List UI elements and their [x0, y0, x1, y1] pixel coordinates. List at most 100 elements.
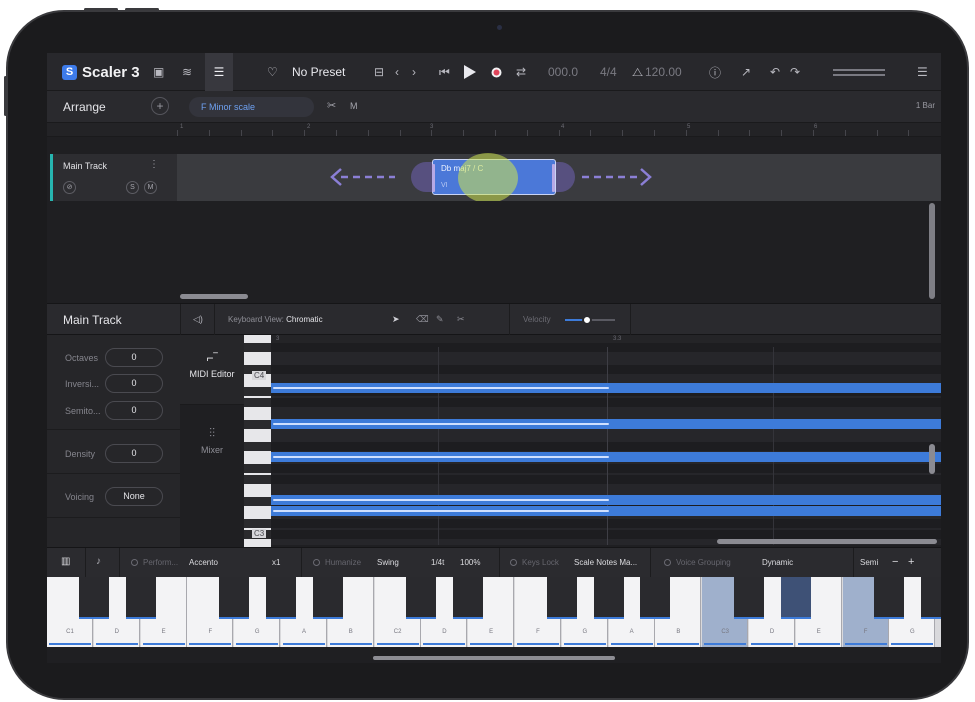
swing-amount[interactable]: 100%	[460, 558, 480, 567]
app-logo[interactable]: S Scaler 3	[62, 53, 140, 91]
midi-note[interactable]	[271, 495, 941, 505]
roll-black-key[interactable]	[244, 442, 271, 451]
roll-black-key[interactable]	[244, 387, 271, 396]
next-preset-icon[interactable]: ›	[412, 53, 416, 91]
perform-value[interactable]: Accento	[189, 558, 218, 567]
midi-note[interactable]	[271, 452, 941, 462]
octaves-control[interactable]: Octaves 0	[47, 348, 180, 368]
folder-icon[interactable]: ▣	[153, 53, 164, 91]
keyboard-icon[interactable]: ▥	[61, 556, 70, 567]
perform-toggle[interactable]: Perform...	[131, 558, 178, 567]
black-key[interactable]	[734, 577, 764, 619]
black-key[interactable]	[125, 577, 156, 619]
metronome-icon[interactable]: ⧍	[632, 53, 643, 91]
velocity-thumb[interactable]	[582, 315, 592, 325]
record-icon[interactable]	[491, 53, 502, 91]
roll-black-key[interactable]	[244, 464, 271, 473]
black-key[interactable]	[780, 577, 811, 619]
black-key[interactable]	[874, 577, 905, 619]
perform-multiplier[interactable]: x1	[272, 558, 280, 567]
loop-icon[interactable]: ⇄	[516, 53, 526, 91]
home-indicator[interactable]	[373, 656, 615, 660]
midi-note[interactable]	[271, 383, 941, 393]
info-icon[interactable]: ⓘ	[709, 53, 721, 91]
scissors-icon[interactable]: ✂	[327, 99, 336, 112]
link-icon[interactable]: ⊘	[63, 181, 76, 194]
pointer-tool-icon[interactable]: ➤	[392, 314, 400, 325]
black-key[interactable]	[78, 577, 109, 619]
scissors-tool-icon[interactable]: ✂	[457, 314, 465, 325]
preset-name[interactable]: No Preset	[292, 53, 345, 91]
black-key[interactable]	[640, 577, 671, 619]
black-key[interactable]	[219, 577, 250, 619]
audition-icon[interactable]: ◁)	[193, 314, 203, 325]
chord-left-handle[interactable]	[432, 164, 435, 192]
drag-out-icon[interactable]: ↗	[741, 53, 751, 91]
black-key[interactable]	[312, 577, 343, 619]
tempo-display[interactable]: 120.00	[645, 53, 682, 91]
arrange-horizontal-scrollbar[interactable]	[180, 294, 248, 299]
keys-lock-toggle[interactable]: Keys Lock	[510, 558, 559, 567]
pencil-tool-icon[interactable]: ✎	[436, 314, 444, 325]
mute-button[interactable]: M	[144, 181, 157, 194]
skip-back-icon[interactable]: ⏮	[439, 53, 450, 91]
keys-lock-value[interactable]: Scale Notes Ma...	[574, 558, 637, 567]
velocity-slider[interactable]	[565, 315, 615, 325]
arrange-vertical-scrollbar[interactable]	[929, 203, 935, 299]
black-key[interactable]	[593, 577, 624, 619]
track-menu-icon[interactable]: ⋮	[149, 159, 159, 170]
redo-icon[interactable]: ↷	[790, 53, 800, 91]
play-icon[interactable]	[463, 53, 477, 91]
black-key[interactable]	[453, 577, 484, 619]
chord-right-handle[interactable]	[552, 164, 555, 192]
roll-black-key[interactable]	[244, 398, 271, 407]
semitones-control[interactable]: Semito... 0	[47, 401, 180, 421]
tab-midi-editor[interactable]: ⌐‾ MIDI Editor	[180, 335, 244, 405]
eraser-tool-icon[interactable]: ⌫	[416, 314, 429, 325]
favorite-icon[interactable]: ♡	[267, 53, 278, 91]
roll-black-key[interactable]	[244, 343, 271, 352]
control-value[interactable]: None	[105, 487, 163, 506]
roll-black-key[interactable]	[244, 475, 271, 484]
roll-black-key[interactable]	[244, 519, 271, 528]
black-key[interactable]	[406, 577, 437, 619]
piano-keyboard[interactable]: C1 D E F G A B C2 D E F G A B C3 D E F G	[47, 577, 941, 647]
humanize-toggle[interactable]: Humanize	[313, 558, 361, 567]
control-value[interactable]: 0	[105, 401, 163, 420]
roll-vertical-scrollbar[interactable]	[929, 444, 935, 474]
voice-grouping-toggle[interactable]: Voice Grouping	[664, 558, 731, 567]
black-key[interactable]	[266, 577, 296, 619]
save-icon[interactable]: ⊟	[374, 53, 384, 91]
density-control[interactable]: Density 0	[47, 444, 180, 464]
control-value[interactable]: 0	[105, 444, 163, 463]
add-track-button[interactable]: +	[151, 97, 169, 115]
settings-menu-icon[interactable]: ☰	[917, 53, 928, 91]
roll-keyboard[interactable]: C4 C3	[244, 335, 271, 547]
roll-black-key[interactable]	[244, 497, 271, 506]
guitar-icon[interactable]: ♪	[96, 556, 101, 567]
swing-division[interactable]: 1/4t	[431, 558, 444, 567]
mute-toggle[interactable]: M	[350, 101, 358, 111]
control-value[interactable]: 0	[105, 348, 163, 367]
keyboard-view[interactable]: Keyboard View: Chromatic	[228, 315, 323, 324]
black-key[interactable]	[546, 577, 577, 619]
roll-horizontal-scrollbar[interactable]	[717, 539, 937, 544]
inversion-control[interactable]: Inversi... 0	[47, 374, 180, 394]
midi-note[interactable]	[271, 506, 941, 516]
prev-preset-icon[interactable]: ‹	[395, 53, 399, 91]
voice-grouping-value[interactable]: Dynamic	[762, 558, 793, 567]
bar-resolution[interactable]: 1 Bar	[916, 101, 935, 110]
voicing-control[interactable]: Voicing None	[47, 487, 180, 507]
menu-tab[interactable]: ☰	[205, 53, 233, 91]
scale-selector[interactable]: F Minor scale	[189, 97, 314, 117]
arrange-empty-area[interactable]	[47, 201, 941, 301]
roll-black-key[interactable]	[244, 420, 271, 429]
tab-mixer[interactable]: ⫶⫶ Mixer	[180, 406, 244, 476]
humanize-value[interactable]: Swing	[377, 558, 399, 567]
solo-button[interactable]: S	[126, 181, 139, 194]
arrange-ruler[interactable]: 1 2 3 4 5 6	[177, 123, 941, 137]
black-key[interactable]	[921, 577, 941, 619]
control-value[interactable]: 0	[105, 374, 163, 393]
midi-note[interactable]	[271, 419, 941, 429]
undo-icon[interactable]: ↶	[770, 53, 780, 91]
